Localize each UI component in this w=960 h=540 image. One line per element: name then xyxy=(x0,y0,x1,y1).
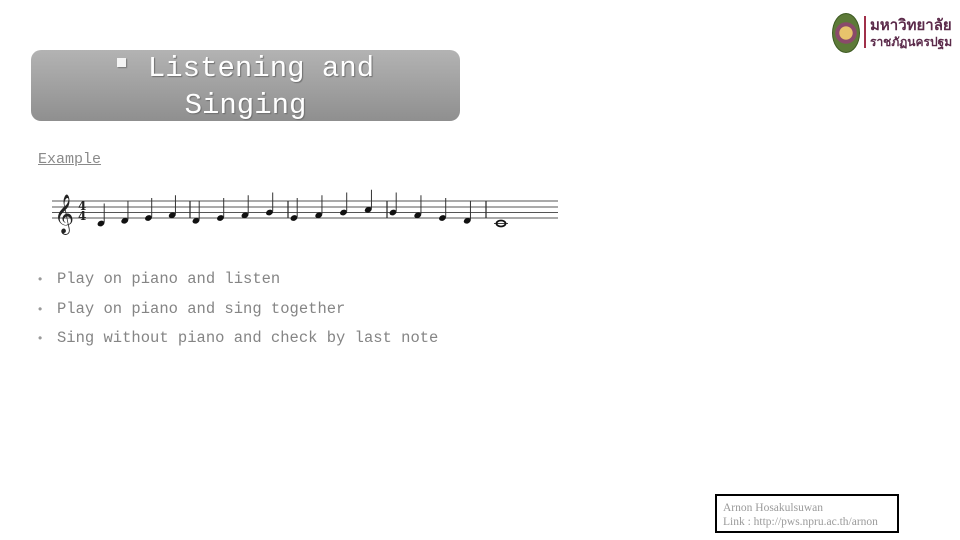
credit-box: Arnon Hosakulsuwan Link : http://pws.npr… xyxy=(715,494,899,533)
university-logo: มหาวิทยาลัย ราชภัฏนครปฐม xyxy=(829,12,953,54)
slide-title-box: Listening and Singing xyxy=(31,50,460,122)
university-emblem-icon xyxy=(832,13,860,53)
example-label: Example xyxy=(38,151,102,168)
logo-divider xyxy=(864,16,866,48)
bullet-dot-icon: • xyxy=(38,301,43,316)
instruction-item: • Play on piano and listen xyxy=(38,270,281,288)
square-bullet-icon xyxy=(116,57,126,67)
time-signature-bottom: 4 xyxy=(78,209,86,223)
credit-link: Link : http://pws.npru.ac.th/arnon xyxy=(723,516,878,528)
credit-author: Arnon Hosakulsuwan xyxy=(723,502,823,514)
instruction-list: • Play on piano and listen • Play on piano… xyxy=(38,268,438,357)
treble-clef-icon: 𝄞 xyxy=(54,194,74,235)
instruction-item: • Sing without piano and check by last no… xyxy=(38,329,439,347)
music-staff: 𝄞 44 xyxy=(52,189,558,235)
slide-title-line1: Listening and xyxy=(31,50,460,87)
logo-name-line2: ราชภัฏนครปฐม xyxy=(870,35,953,49)
instruction-item: • Play on piano and sing together xyxy=(38,299,346,318)
bullet-dot-icon: • xyxy=(38,331,43,345)
bullet-dot-icon: • xyxy=(38,272,43,286)
slide-title-line2: Singing xyxy=(184,89,307,122)
